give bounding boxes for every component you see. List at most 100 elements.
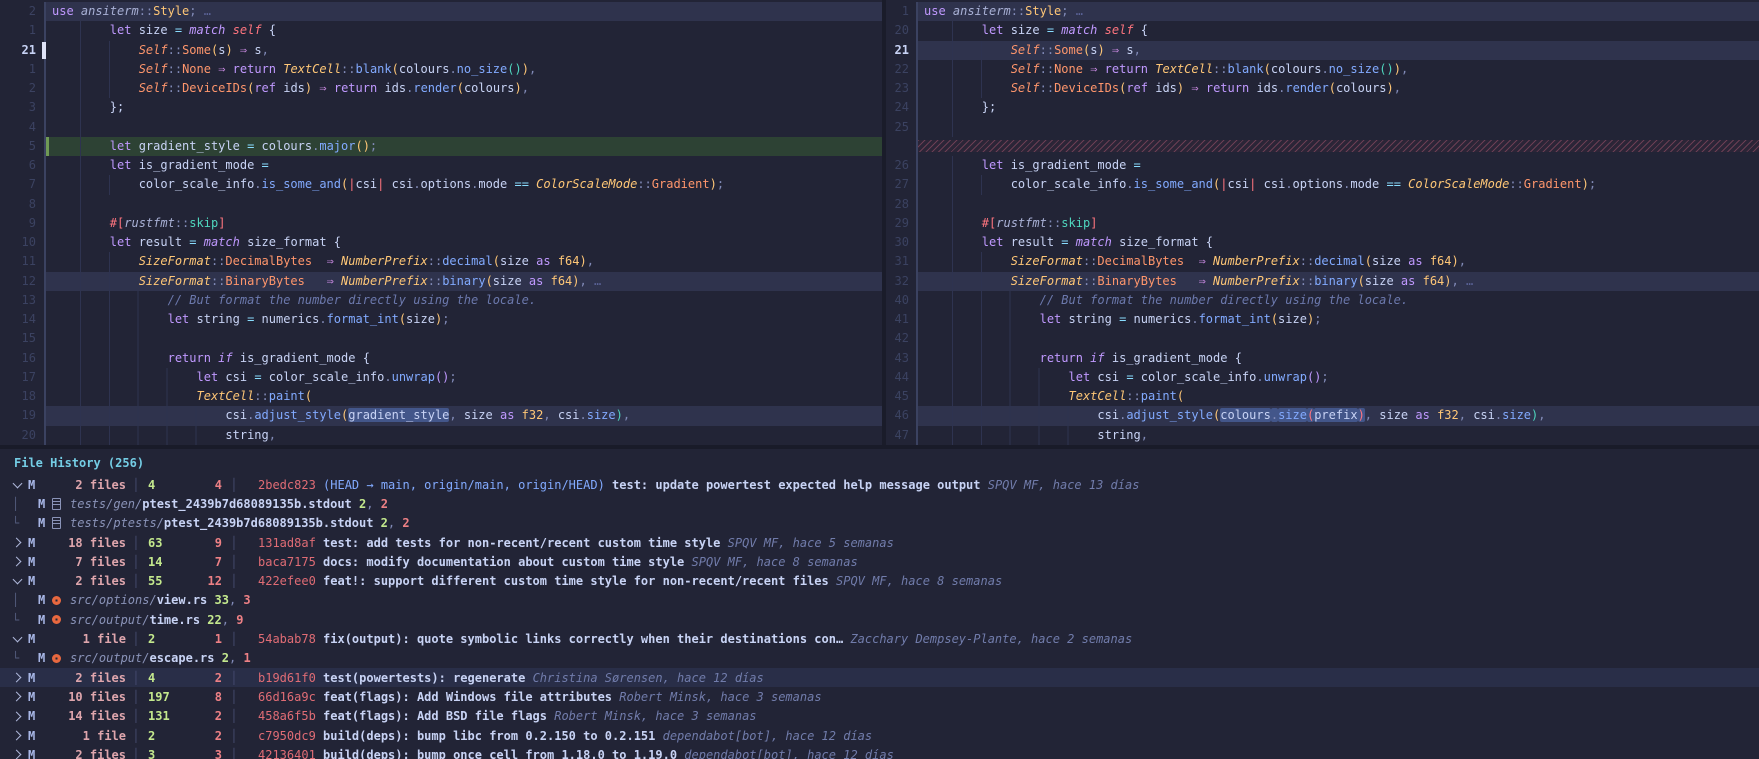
line-number: 2: [0, 79, 46, 98]
code-line[interactable]: 26 let is_gradient_mode =: [886, 156, 1759, 175]
code-text: let is_gradient_mode =: [46, 156, 882, 175]
line-number: 10: [0, 233, 46, 252]
code-line[interactable]: 13 // But format the number directly usi…: [0, 291, 882, 310]
file-path: tests/gen/ptest_2439b7d68089135b.stdout …: [70, 497, 388, 511]
commit-message: feat(flags): Add BSD file flags: [323, 709, 547, 723]
code-line[interactable]: 25: [886, 118, 1759, 137]
column-separator: │: [222, 555, 246, 569]
chevron-right-icon[interactable]: [12, 674, 28, 681]
code-line[interactable]: 24 };: [886, 98, 1759, 117]
chevron-right-icon[interactable]: [12, 558, 28, 565]
commit-row[interactable]: M7 files│147│baca7175 docs: modify docum…: [0, 552, 1759, 571]
code-line[interactable]: 19 csi.adjust_style(gradient_style, size…: [0, 406, 882, 425]
code-line[interactable]: 29 #[rustfmt::skip]: [886, 214, 1759, 233]
changed-file-row[interactable]: └Msrc/output/escape.rs 2, 1: [0, 649, 1759, 668]
chevron-down-icon[interactable]: [12, 579, 28, 583]
commit-row[interactable]: M2 files│5512│422efee0 feat!: support di…: [0, 571, 1759, 590]
code-line[interactable]: 22 Self::None ⇒ return TextCell::blank(c…: [886, 60, 1759, 79]
code-text: let is_gradient_mode =: [918, 156, 1759, 175]
commit-row[interactable]: M2 files│44│2bedc823 (HEAD → main, origi…: [0, 475, 1759, 494]
changed-file-row[interactable]: │Msrc/options/view.rs 33, 3: [0, 591, 1759, 610]
code-line[interactable]: 21 Self::Some(s) ⇒ s,: [0, 41, 882, 60]
left-code-pane[interactable]: 2use ansiterm::Style; …1 let size = matc…: [0, 0, 882, 445]
code-line[interactable]: 2 Self::DeviceIDs(ref ids) ⇒ return ids.…: [0, 79, 882, 98]
chevron-right-icon[interactable]: [12, 732, 28, 739]
code-line[interactable]: 23 Self::DeviceIDs(ref ids) ⇒ return ids…: [886, 79, 1759, 98]
code-line[interactable]: 7 color_scale_info.is_some_and(|csi| csi…: [0, 175, 882, 194]
code-line[interactable]: 4: [0, 118, 882, 137]
code-text: Self::Some(s) ⇒ s,: [918, 41, 1759, 60]
file-path: tests/ptests/ptest_2439b7d68089135b.stdo…: [70, 516, 410, 530]
changed-file-row[interactable]: └Mtests/ptests/ptest_2439b7d68089135b.st…: [0, 514, 1759, 533]
commit-row[interactable]: M2 files│42│b19d61f0 test(powertests): r…: [0, 668, 1759, 687]
file-name: view.rs: [157, 593, 208, 607]
code-line[interactable]: 41 let string = numerics.format_int(size…: [886, 310, 1759, 329]
code-text: return if is_gradient_mode {: [46, 349, 882, 368]
code-line[interactable]: 5 let gradient_style = colours.major();: [0, 137, 882, 156]
commit-row[interactable]: M1 file│22│c7950dc9 build(deps): bump li…: [0, 726, 1759, 745]
chevron-down-icon[interactable]: [12, 483, 28, 487]
code-line[interactable]: 31 SizeFormat::DecimalBytes ⇒ NumberPref…: [886, 252, 1759, 271]
chevron-right-icon[interactable]: [12, 751, 28, 758]
code-line[interactable]: 1 let size = match self {: [0, 21, 882, 40]
code-line[interactable]: 45 TextCell::paint(: [886, 387, 1759, 406]
chevron-right-icon[interactable]: [12, 539, 28, 546]
code-line[interactable]: 20 let size = match self {: [886, 21, 1759, 40]
code-line[interactable]: 11 SizeFormat::DecimalBytes ⇒ NumberPref…: [0, 252, 882, 271]
code-line[interactable]: 18 TextCell::paint(: [0, 387, 882, 406]
code-line[interactable]: 21 Self::Some(s) ⇒ s,: [886, 41, 1759, 60]
commit-row[interactable]: M2 files│33│42136401 build(deps): bump o…: [0, 745, 1759, 759]
commit-hash: b19d61f0: [258, 671, 316, 685]
code-line[interactable]: 15: [0, 329, 882, 348]
code-line[interactable]: 30 let result = match size_format {: [886, 233, 1759, 252]
changed-file-row[interactable]: │Mtests/gen/ptest_2439b7d68089135b.stdou…: [0, 494, 1759, 513]
code-line[interactable]: 32 SizeFormat::BinaryBytes ⇒ NumberPrefi…: [886, 272, 1759, 291]
additions-count: 14: [146, 555, 196, 569]
code-line[interactable]: 46 csi.adjust_style(colours.size(prefix)…: [886, 406, 1759, 425]
code-line[interactable]: 8: [0, 195, 882, 214]
code-line[interactable]: 17 let csi = color_scale_info.unwrap();: [0, 368, 882, 387]
code-line[interactable]: 1use ansiterm::Style; …: [886, 2, 1759, 21]
column-separator: │: [126, 555, 146, 569]
line-number: 47: [886, 426, 918, 445]
code-line[interactable]: 14 let string = numerics.format_int(size…: [0, 310, 882, 329]
commit-row[interactable]: M14 files│1312│458a6f5b feat(flags): Add…: [0, 707, 1759, 726]
code-line[interactable]: 12 SizeFormat::BinaryBytes ⇒ NumberPrefi…: [0, 272, 882, 291]
commit-row[interactable]: M1 file│21│54abab78 fix(output): quote s…: [0, 629, 1759, 648]
code-line[interactable]: 28: [886, 195, 1759, 214]
column-separator: │: [126, 748, 146, 759]
commit-message: fix(output): quote symbolic links correc…: [323, 632, 843, 646]
code-line[interactable]: 27 color_scale_info.is_some_and(|csi| cs…: [886, 175, 1759, 194]
code-line[interactable]: 16 return if is_gradient_mode {: [0, 349, 882, 368]
chevron-down-icon[interactable]: [12, 637, 28, 641]
code-line[interactable]: 9 #[rustfmt::skip]: [0, 214, 882, 233]
column-separator: │: [126, 478, 146, 492]
code-line[interactable]: 1 Self::None ⇒ return TextCell::blank(co…: [0, 60, 882, 79]
code-text: };: [46, 98, 882, 117]
line-number: 25: [886, 118, 918, 137]
code-line[interactable]: 42: [886, 329, 1759, 348]
code-line[interactable]: 43 return if is_gradient_mode {: [886, 349, 1759, 368]
additions-count: 55: [146, 574, 196, 588]
chevron-right-icon[interactable]: [12, 693, 28, 700]
code-line[interactable]: 10 let result = match size_format {: [0, 233, 882, 252]
code-line[interactable]: [886, 137, 1759, 156]
author-and-date: SPQV MF, hace 5 semanas: [728, 536, 894, 550]
code-line[interactable]: 44 let csi = color_scale_info.unwrap();: [886, 368, 1759, 387]
additions-count: 2: [146, 729, 196, 743]
commit-row[interactable]: M10 files│1978│66d16a9c feat(flags): Add…: [0, 687, 1759, 706]
code-line[interactable]: 47 string,: [886, 426, 1759, 445]
code-line[interactable]: 2use ansiterm::Style; …: [0, 2, 882, 21]
commit-summary: 422efee0 feat!: support different custom…: [246, 574, 1002, 588]
column-separator: │: [222, 709, 246, 723]
chevron-right-icon[interactable]: [12, 713, 28, 720]
commit-row[interactable]: M18 files│639│131ad8af test: add tests f…: [0, 533, 1759, 552]
directory-name: tests/ptests/: [70, 516, 164, 530]
line-number: 2: [0, 2, 46, 21]
right-code-pane[interactable]: 1use ansiterm::Style; …20 let size = mat…: [886, 0, 1759, 445]
code-line[interactable]: 3 };: [0, 98, 882, 117]
code-line[interactable]: 6 let is_gradient_mode =: [0, 156, 882, 175]
code-line[interactable]: 40 // But format the number directly usi…: [886, 291, 1759, 310]
changed-file-row[interactable]: └Msrc/output/time.rs 22, 9: [0, 610, 1759, 629]
code-line[interactable]: 20 string,: [0, 426, 882, 445]
